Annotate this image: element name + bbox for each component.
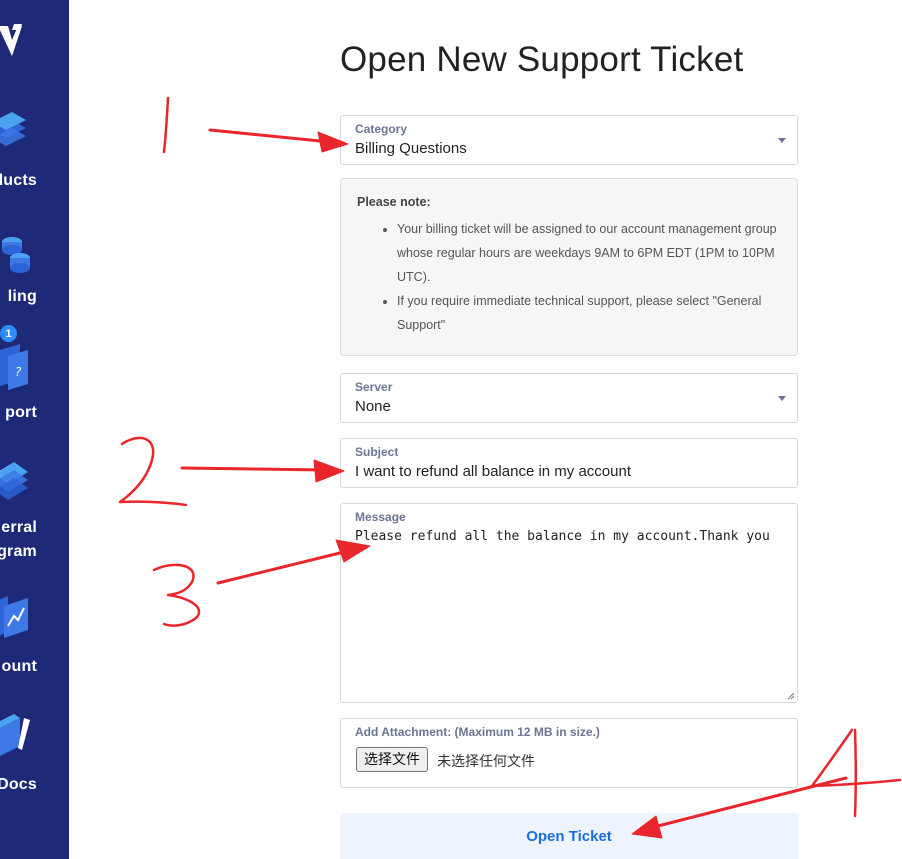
category-label: Category xyxy=(355,122,408,136)
resize-handle-icon[interactable] xyxy=(787,692,795,700)
products-icon xyxy=(0,112,26,146)
sidebar-item-label: ount xyxy=(1,658,37,675)
choose-file-button[interactable]: 选择文件 xyxy=(356,747,428,772)
annotation-arrow-3 xyxy=(216,548,354,585)
message-label: Message xyxy=(355,510,406,524)
message-value: Please refund all the balance in my acco… xyxy=(355,529,770,544)
sidebar-item-label: port xyxy=(5,404,37,421)
sidebar-item-billing[interactable]: ling xyxy=(0,232,69,312)
note-item: If you require immediate technical suppo… xyxy=(397,289,779,337)
svg-text:?: ? xyxy=(15,365,22,379)
sidebar-item-products[interactable]: ducts xyxy=(0,108,69,198)
annotation-number-3 xyxy=(152,563,201,627)
sidebar-item-docs[interactable]: Docs xyxy=(0,710,69,800)
note-title: Please note: xyxy=(357,195,431,209)
sidebar-item-label-line2: gram xyxy=(0,543,37,560)
docs-icon xyxy=(0,714,30,756)
sidebar-item-label: Docs xyxy=(0,776,37,793)
referral-icon xyxy=(0,462,28,500)
annotation-number-4 xyxy=(810,728,902,818)
server-value: None xyxy=(355,398,391,415)
annotation-number-1 xyxy=(162,96,170,154)
message-textarea[interactable]: Message Please refund all the balance in… xyxy=(340,503,798,703)
chevron-down-icon xyxy=(778,396,786,401)
file-status: 未选择任何文件 xyxy=(437,753,535,769)
sidebar: ducts ling 1 ? port erral gram xyxy=(0,0,69,859)
sidebar-item-label: erral xyxy=(1,519,37,536)
billing-icon xyxy=(2,237,30,273)
open-ticket-button[interactable]: Open Ticket xyxy=(340,813,798,859)
support-count-badge: 1 xyxy=(0,325,17,342)
sidebar-item-account[interactable]: ount xyxy=(0,596,69,686)
server-label: Server xyxy=(355,380,393,394)
account-icon xyxy=(0,596,28,638)
server-select[interactable]: Server None xyxy=(340,373,798,423)
note-list: Your billing ticket will be assigned to … xyxy=(357,217,779,337)
subject-label: Subject xyxy=(355,445,399,459)
sidebar-item-label: ducts xyxy=(0,172,37,189)
logo-icon[interactable] xyxy=(0,18,26,58)
subject-input[interactable]: Subject I want to refund all balance in … xyxy=(340,438,798,488)
category-select[interactable]: Category Billing Questions xyxy=(340,115,798,165)
attachment-label: Add Attachment: (Maximum 12 MB in size.) xyxy=(355,725,600,739)
attachment-field: Add Attachment: (Maximum 12 MB in size.)… xyxy=(340,718,798,788)
note-item: Your billing ticket will be assigned to … xyxy=(397,217,779,289)
subject-value: I want to refund all balance in my accou… xyxy=(355,463,631,480)
page-title: Open New Support Ticket xyxy=(340,40,744,79)
sidebar-item-referral[interactable]: erral gram xyxy=(0,458,69,568)
category-value: Billing Questions xyxy=(355,140,467,157)
sidebar-item-support[interactable]: ? port xyxy=(0,344,69,424)
sidebar-item-label: ling xyxy=(7,288,37,305)
support-icon: ? xyxy=(0,344,28,390)
chevron-down-icon xyxy=(778,138,786,143)
annotation-arrow-2 xyxy=(180,466,328,472)
annotation-number-2 xyxy=(118,436,188,507)
annotation-arrow-1 xyxy=(208,128,332,144)
billing-note: Please note: Your billing ticket will be… xyxy=(340,178,798,356)
